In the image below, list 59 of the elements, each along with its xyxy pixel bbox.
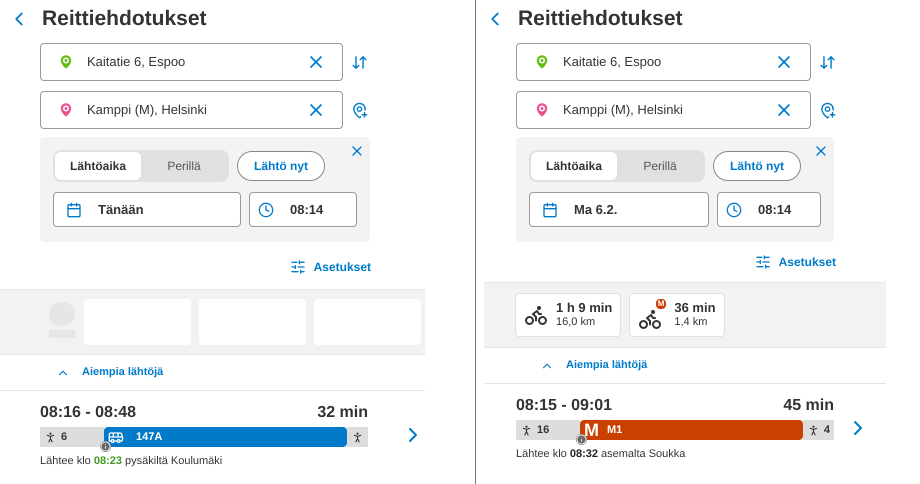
time-mode-tab[interactable]: Lähtöaika (55, 152, 141, 180)
metro-logo: M (584, 421, 599, 439)
location-text: Kaitatie 6, Espoo (563, 53, 662, 72)
destination-field[interactable]: Kamppi (M), Helsinki (516, 91, 811, 129)
page-title: Reittiehdotukset (518, 6, 683, 32)
settings-icon (290, 259, 306, 275)
itinerary-times: 08:16 - 08:48 (40, 403, 136, 423)
date-text: Tänään (98, 200, 144, 219)
location-text: Kamppi (M), Helsinki (563, 101, 684, 120)
swap-icon[interactable] (819, 54, 836, 70)
date-text: Ma 6.2. (574, 200, 618, 219)
walk-minutes: 16 (537, 422, 550, 438)
itinerary-duration: 32 min (317, 403, 368, 423)
calendar-icon (542, 202, 558, 218)
page-title: Reittiehdotukset (42, 6, 207, 32)
time-text: 08:14 (290, 200, 324, 219)
time-mode-tab[interactable]: Lähtöaika (531, 152, 617, 180)
trip-duration: 1 h 9 min (556, 300, 612, 316)
trip-distance: 16,0 km (556, 316, 596, 330)
origin-field[interactable]: Kaitatie 6, Espoo (516, 43, 811, 81)
info-icon (576, 434, 587, 445)
time-mode-tab[interactable]: Perillä (617, 152, 703, 180)
add-stop-icon[interactable] (351, 102, 368, 118)
bike-option-card[interactable]: M 36 min 1,4 km (629, 293, 725, 337)
time-field[interactable]: 08:14 (249, 192, 357, 227)
settings-icon (754, 254, 771, 270)
location-text: Kaitatie 6, Espoo (87, 53, 186, 72)
date-field[interactable]: Tänään (53, 192, 241, 227)
settings-link[interactable]: Asetukset (290, 255, 371, 279)
depart-now-button[interactable]: Lähtö nyt (713, 151, 801, 181)
route-number: 147A (136, 430, 162, 445)
walk-minutes: 6 (61, 430, 68, 445)
date-field[interactable]: Ma 6.2. (529, 192, 709, 227)
trip-distance: 1,4 km (674, 316, 708, 330)
add-stop-icon[interactable] (819, 102, 836, 118)
time-field[interactable]: 08:14 (717, 192, 821, 227)
calendar-icon (66, 202, 82, 218)
walk-minutes: 4 (824, 422, 830, 438)
itinerary-duration: 45 min (783, 396, 834, 416)
time-mode-tab[interactable]: Perillä (141, 152, 227, 180)
departure-info: Lähtee klo 08:23 pysäkiltä Koulumäki (40, 454, 224, 469)
location-text: Kamppi (M), Helsinki (87, 101, 208, 120)
earlier-departures-link[interactable]: Aiempia lähtöjä (56, 364, 164, 381)
destination-field[interactable]: Kamppi (M), Helsinki (40, 91, 343, 129)
clock-icon (258, 202, 274, 218)
bike-option-card[interactable]: 1 h 9 min 16,0 km (515, 293, 622, 337)
settings-link[interactable]: Asetukset (754, 251, 836, 273)
info-icon (100, 441, 111, 452)
route-number: M1 (607, 422, 622, 438)
origin-field[interactable]: Kaitatie 6, Espoo (40, 43, 343, 81)
departure-info: Lähtee klo 08:32 asemalta Soukka (516, 447, 686, 462)
trip-duration: 36 min (674, 300, 716, 316)
earlier-departures-link[interactable]: Aiempia lähtöjä (540, 357, 648, 374)
cyclist-icon (524, 303, 548, 327)
time-text: 08:14 (758, 200, 792, 219)
swap-icon[interactable] (351, 54, 368, 70)
itinerary-times: 08:15 - 09:01 (516, 396, 612, 416)
depart-now-button[interactable]: Lähtö nyt (237, 151, 325, 181)
clock-icon (726, 202, 742, 218)
